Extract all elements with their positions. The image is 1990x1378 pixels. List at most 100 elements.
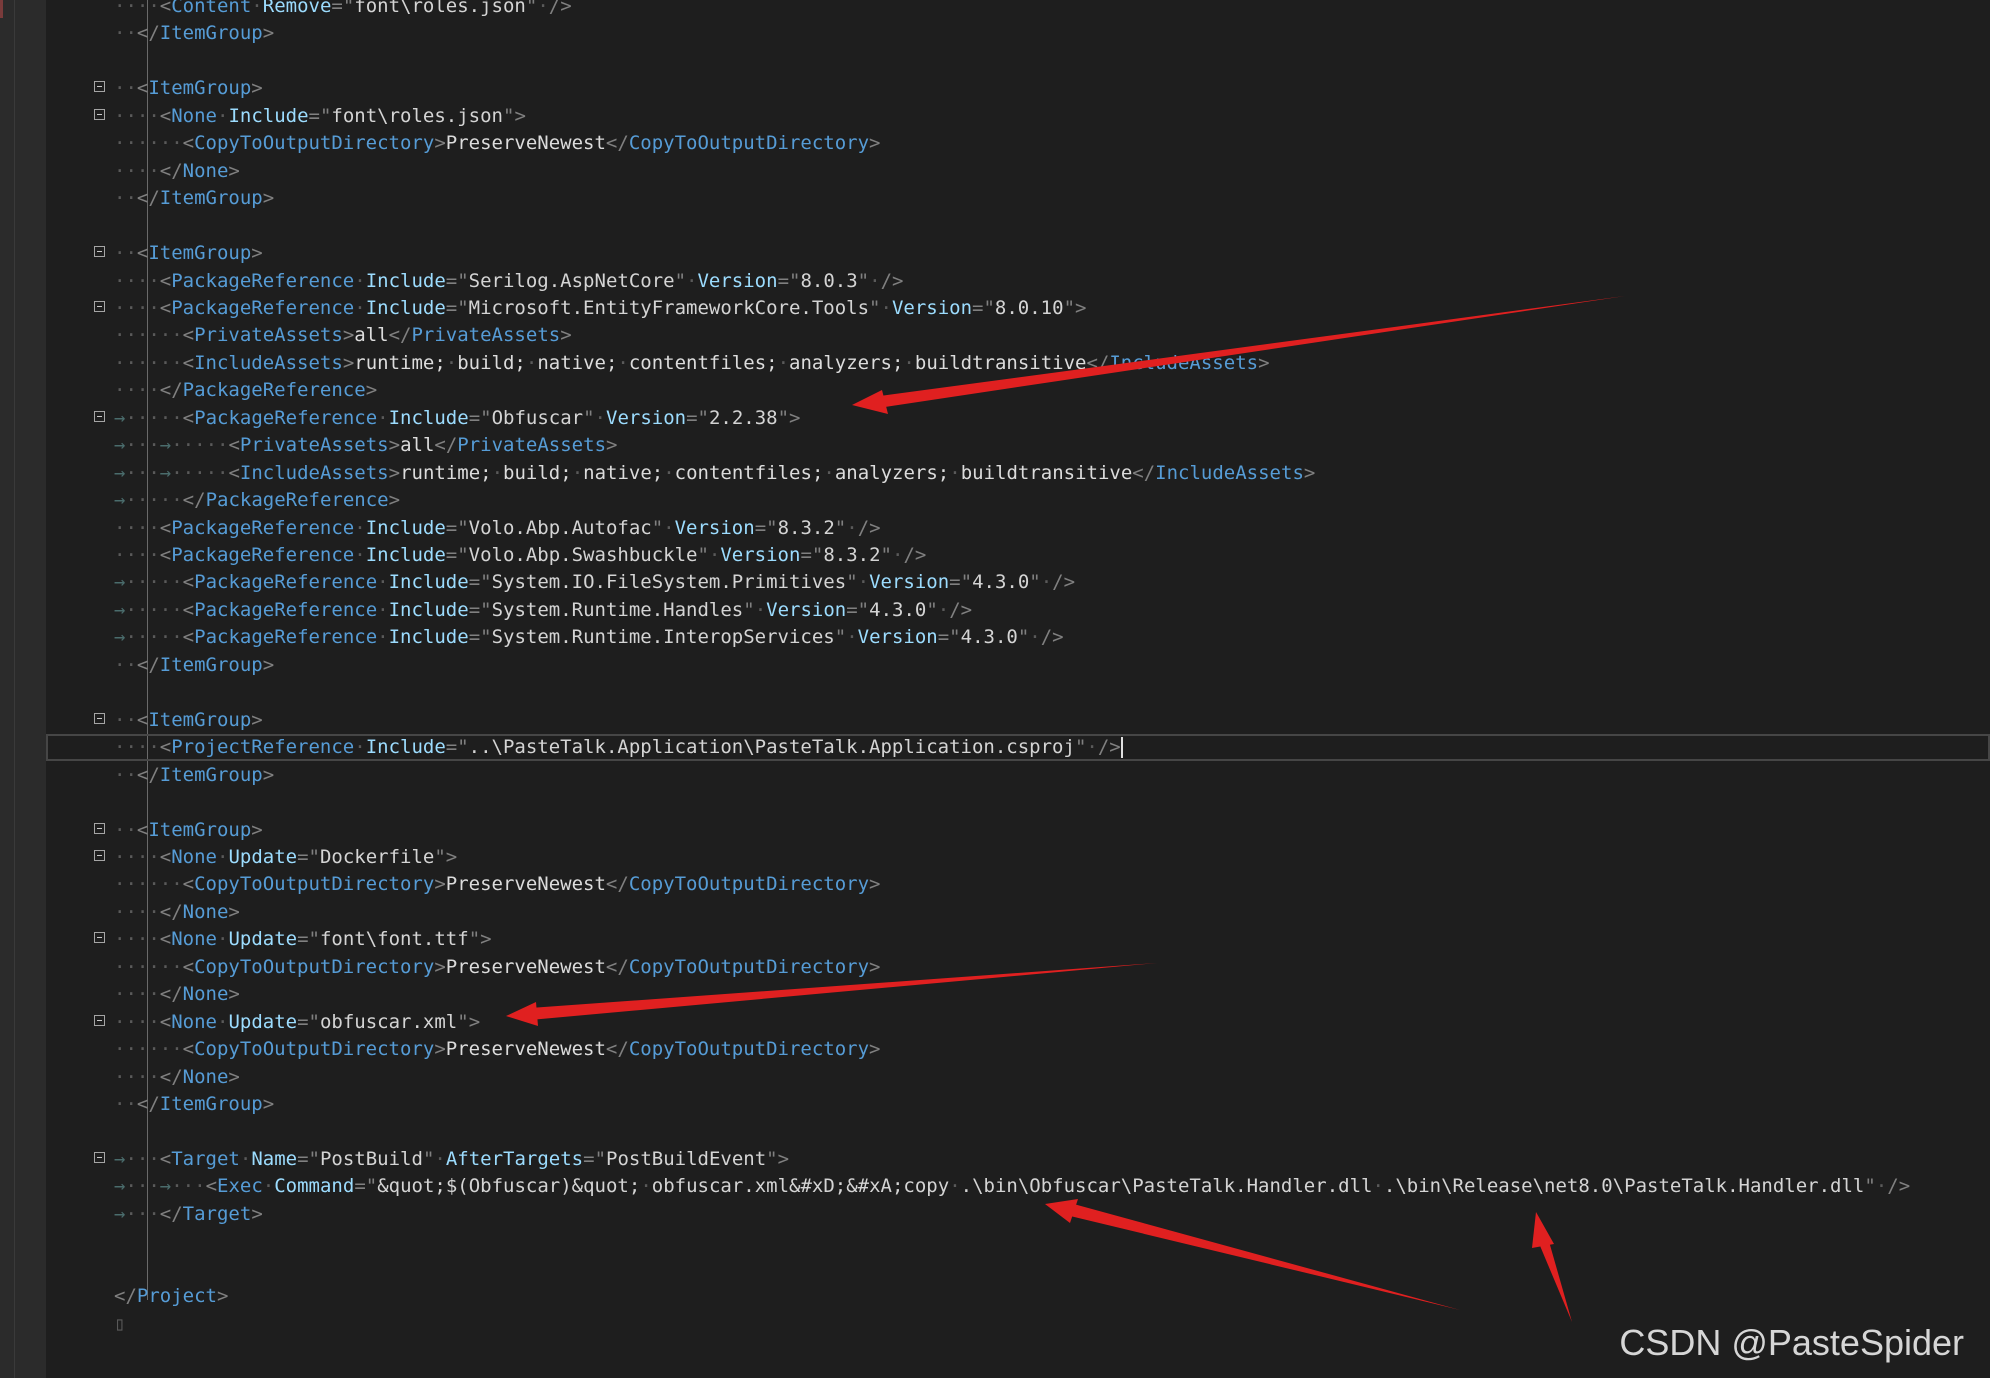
xml-tag-name: CopyToOutputDirectory xyxy=(194,873,435,896)
xml-tag-name: PackageReference xyxy=(171,544,355,566)
code-line[interactable]: ····<PackageReference·Include="Volo.Abp.… xyxy=(46,542,1990,569)
xml-tag-name: PrivateAssets xyxy=(457,434,607,457)
xml-punctuation: =" xyxy=(949,571,973,594)
code-line[interactable] xyxy=(46,48,1990,75)
code-line[interactable]: ··<ItemGroup> xyxy=(46,75,1990,102)
code-line[interactable]: ··</ItemGroup> xyxy=(46,20,1990,47)
code-line[interactable]: ····<PackageReference·Include="Microsoft… xyxy=(46,295,1990,322)
collapse-icon[interactable] xyxy=(94,712,105,724)
xml-punctuation: < xyxy=(159,516,172,539)
whitespace-marker: · xyxy=(434,1147,446,1170)
code-line[interactable] xyxy=(46,213,1990,240)
xml-text: analyzers; xyxy=(789,351,904,374)
code-line[interactable]: ····<PackageReference·Include="Serilog.A… xyxy=(46,268,1990,295)
code-line[interactable]: ······<CopyToOutputDirectory>PreserveNew… xyxy=(46,130,1990,157)
code-line[interactable] xyxy=(46,1228,1990,1255)
code-line[interactable]: ····<ProjectReference·Include="..\PasteT… xyxy=(46,734,1990,761)
xml-tag-name: PackageReference xyxy=(194,571,378,594)
tab-marker: → xyxy=(114,489,126,512)
collapse-icon[interactable] xyxy=(94,246,105,258)
code-line[interactable]: →···→·····<PrivateAssets>all</PrivateAss… xyxy=(46,432,1990,459)
xml-punctuation: > xyxy=(388,434,401,457)
xml-attribute-name: Include xyxy=(365,544,446,566)
code-line[interactable]: ··</ItemGroup> xyxy=(46,185,1990,212)
code-line[interactable]: ····</None> xyxy=(46,981,1990,1008)
code-line[interactable]: ······<CopyToOutputDirectory>PreserveNew… xyxy=(46,871,1990,898)
collapse-icon[interactable] xyxy=(94,1014,105,1026)
tab-marker: → xyxy=(114,598,126,621)
xml-punctuation: /> xyxy=(880,269,904,292)
xml-punctuation: > xyxy=(1303,461,1316,484)
xml-tag-name: Target xyxy=(171,1147,240,1170)
code-line[interactable]: ······<PrivateAssets>all</PrivateAssets> xyxy=(46,322,1990,349)
xml-punctuation: </ xyxy=(605,873,629,896)
code-line[interactable]: ····<None·Update="font\font.ttf"> xyxy=(46,926,1990,953)
xml-punctuation: < xyxy=(182,406,195,429)
whitespace-marker: · xyxy=(354,736,366,759)
xml-punctuation: </ xyxy=(605,132,629,155)
code-line[interactable]: ··<ItemGroup> xyxy=(46,707,1990,734)
code-line[interactable]: </Project> xyxy=(46,1283,1990,1310)
collapse-icon[interactable] xyxy=(94,300,105,312)
collapse-icon[interactable] xyxy=(94,108,105,120)
code-line[interactable]: ····</None> xyxy=(46,899,1990,926)
xml-tag-name: PackageReference xyxy=(194,598,378,621)
code-editor[interactable]: ····<Content·Remove="font\roles.json"·/>… xyxy=(46,0,1990,1378)
code-line[interactable]: ··</ItemGroup> xyxy=(46,762,1990,789)
collapse-icon[interactable] xyxy=(94,932,105,944)
code-line[interactable]: ··</ItemGroup> xyxy=(46,652,1990,679)
collapse-icon[interactable] xyxy=(94,822,105,834)
code-line[interactable] xyxy=(46,789,1990,816)
code-line[interactable]: ······<CopyToOutputDirectory>PreserveNew… xyxy=(46,954,1990,981)
xml-punctuation: < xyxy=(182,132,195,155)
collapse-icon[interactable] xyxy=(94,81,105,93)
code-line[interactable]: ····</PackageReference> xyxy=(46,377,1990,404)
code-line[interactable]: ····<PackageReference·Include="Volo.Abp.… xyxy=(46,515,1990,542)
code-line[interactable]: →·····<PackageReference·Include="Obfusca… xyxy=(46,405,1990,432)
code-line[interactable]: →·····<PackageReference·Include="System.… xyxy=(46,569,1990,596)
code-line[interactable]: →·····<PackageReference·Include="System.… xyxy=(46,624,1990,651)
code-line[interactable]: →·····<PackageReference·Include="System.… xyxy=(46,597,1990,624)
collapse-icon[interactable] xyxy=(94,849,105,861)
collapse-icon[interactable] xyxy=(94,410,105,422)
code-line[interactable]: ····<Content·Remove="font\roles.json"·/> xyxy=(46,0,1990,20)
xml-punctuation: < xyxy=(159,1010,172,1033)
code-line[interactable]: ····<None·Update="Dockerfile"> xyxy=(46,844,1990,871)
xml-tag-name: ItemGroup xyxy=(159,653,263,676)
code-line[interactable]: ··<ItemGroup> xyxy=(46,240,1990,267)
xml-punctuation: > xyxy=(262,763,275,786)
xml-punctuation: =" xyxy=(354,1175,378,1198)
code-line[interactable]: →···<Target·Name="PostBuild"·AfterTarget… xyxy=(46,1146,1990,1173)
code-line[interactable]: ··<ItemGroup> xyxy=(46,817,1990,844)
xml-punctuation: /> xyxy=(949,598,973,621)
code-line[interactable]: ······<CopyToOutputDirectory>PreserveNew… xyxy=(46,1036,1990,1063)
whitespace-marker: ······ xyxy=(114,1038,183,1061)
code-line[interactable]: →···→···<Exec·Command="&quot;$(Obfuscar)… xyxy=(46,1173,1990,1200)
code-line[interactable]: →·····</PackageReference> xyxy=(46,487,1990,514)
code-line[interactable]: ····<None·Include="font\roles.json"> xyxy=(46,103,1990,130)
code-line[interactable]: ····</None> xyxy=(46,158,1990,185)
code-line[interactable] xyxy=(46,1118,1990,1145)
code-line[interactable] xyxy=(46,679,1990,706)
code-line[interactable]: →···</Target> xyxy=(46,1201,1990,1228)
collapse-icon[interactable] xyxy=(94,1151,105,1163)
xml-punctuation: < xyxy=(228,461,240,484)
xml-attribute-value: Serilog.AspNetCore xyxy=(468,269,675,292)
code-line[interactable]: ····</None> xyxy=(46,1064,1990,1091)
xml-punctuation: > xyxy=(388,489,401,512)
code-line[interactable]: →···→·····<IncludeAssets>runtime;·build;… xyxy=(46,460,1990,487)
xml-text: native; xyxy=(537,351,618,374)
xml-punctuation: > xyxy=(262,1093,275,1115)
xml-tag-name: PackageReference xyxy=(171,516,355,539)
code-line[interactable]: ······<IncludeAssets>runtime;·build;·nat… xyxy=(46,350,1990,377)
xml-attribute-name: Include xyxy=(388,598,469,621)
xml-punctuation: > xyxy=(434,1038,446,1061)
code-line[interactable]: ··</ItemGroup> xyxy=(46,1091,1990,1118)
whitespace-marker: ···· xyxy=(114,104,160,127)
xml-text: all xyxy=(400,434,435,457)
xml-punctuation: > xyxy=(228,983,240,1006)
xml-attribute-name: Version xyxy=(891,296,973,319)
xml-attribute-value: PostBuild xyxy=(319,1147,423,1170)
code-line[interactable]: ····<None·Update="obfuscar.xml"> xyxy=(46,1009,1990,1036)
code-line[interactable] xyxy=(46,1256,1990,1283)
